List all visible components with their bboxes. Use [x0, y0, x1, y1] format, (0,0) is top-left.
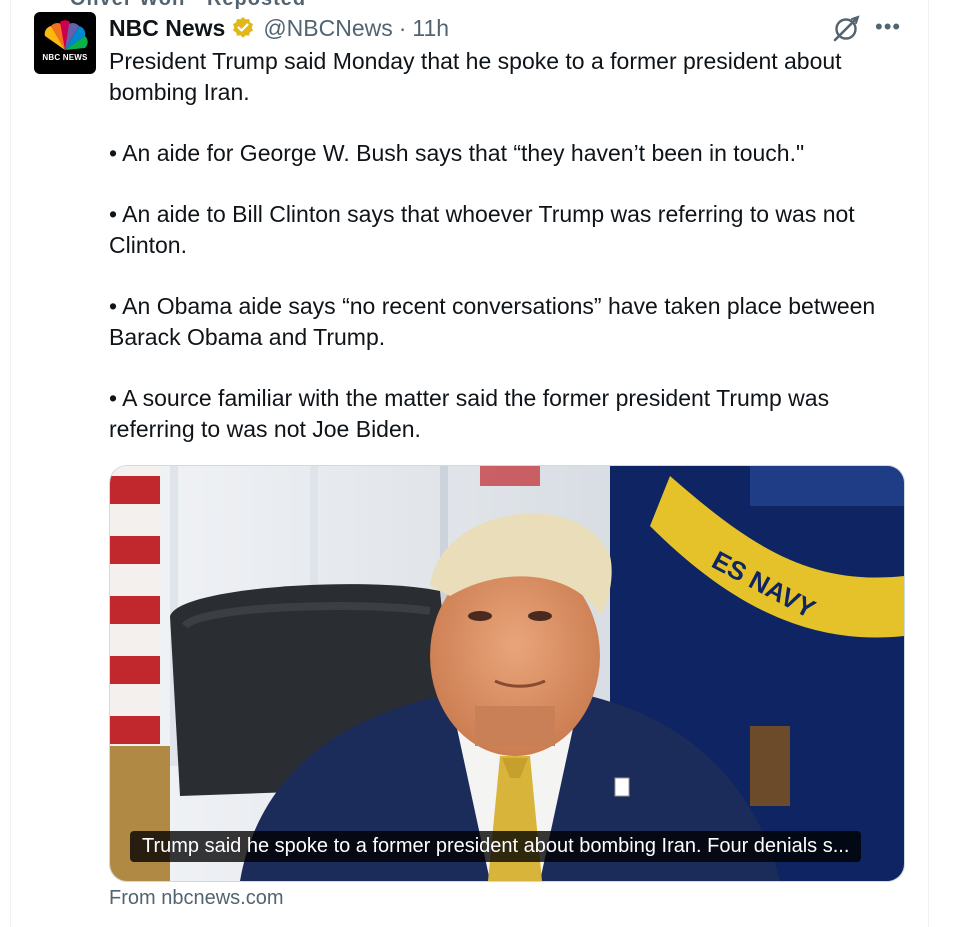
tweet-paragraph: • An Obama aide says “no recent conversa…	[109, 293, 876, 350]
link-card-image[interactable]: ES NAVY Trump said he spoke to a former …	[109, 465, 905, 882]
tweet-body: President Trump said Monday that he spok…	[109, 46, 909, 445]
link-card-title[interactable]: Trump said he spoke to a former presiden…	[130, 831, 862, 862]
more-options-icon[interactable]: •••	[875, 14, 901, 40]
author-name[interactable]: NBC News	[109, 15, 225, 42]
peacock-logo-icon	[44, 20, 88, 50]
tweet-paragraph: • An aide to Bill Clinton says that whoe…	[109, 201, 855, 258]
trump-photo: ES NAVY	[110, 466, 904, 881]
link-source[interactable]: From nbcnews.com	[109, 887, 284, 910]
avatar-label: NBC NEWS	[42, 53, 88, 62]
verified-badge-icon[interactable]	[231, 16, 255, 40]
tweet-paragraph: • An aide for George W. Bush says that “…	[109, 140, 805, 166]
grok-icon[interactable]	[832, 15, 860, 43]
tweet-paragraph: President Trump said Monday that he spok…	[109, 48, 842, 105]
avatar[interactable]: NBC NEWS	[34, 12, 96, 74]
timeline-border-left	[10, 0, 11, 927]
timeline-border-right	[928, 0, 929, 927]
separator: ·	[398, 14, 407, 41]
author-handle[interactable]: @NBCNews	[263, 15, 392, 42]
repost-indicator[interactable]: Oliver Wolf · Reposted	[70, 0, 306, 11]
tweet-paragraph: • A source familiar with the matter said…	[109, 385, 830, 442]
timestamp[interactable]: 11h	[412, 15, 449, 42]
tweet-header: NBC News @NBCNews · 11h	[109, 12, 449, 44]
